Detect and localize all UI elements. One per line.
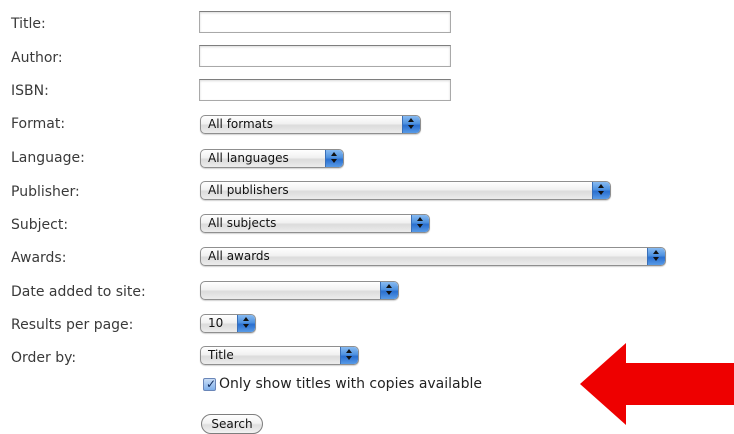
format-label: Format: bbox=[11, 116, 66, 132]
up-down-chevron-icon bbox=[237, 315, 255, 332]
results-per-page-select-value: 10 bbox=[208, 316, 224, 330]
format-select[interactable]: All formats bbox=[200, 115, 421, 134]
subject-select-value: All subjects bbox=[208, 216, 277, 230]
language-select[interactable]: All languages bbox=[200, 149, 344, 168]
date-added-label: Date added to site: bbox=[11, 284, 146, 300]
title-input[interactable] bbox=[199, 11, 451, 33]
up-down-chevron-icon bbox=[325, 150, 343, 167]
order-by-label: Order by: bbox=[11, 350, 77, 366]
up-down-chevron-icon bbox=[411, 215, 429, 232]
language-label: Language: bbox=[11, 150, 85, 166]
availability-checkbox[interactable]: ✓ bbox=[203, 377, 217, 391]
awards-label: Awards: bbox=[11, 250, 67, 266]
results-per-page-select[interactable]: 10 bbox=[200, 314, 256, 333]
isbn-label: ISBN: bbox=[11, 83, 49, 99]
search-button[interactable]: Search bbox=[201, 414, 263, 434]
author-label: Author: bbox=[11, 50, 63, 66]
order-by-select[interactable]: Title bbox=[200, 346, 359, 365]
checkmark-icon: ✓ bbox=[206, 377, 217, 391]
order-by-select-value: Title bbox=[208, 348, 234, 362]
publisher-select[interactable]: All publishers bbox=[200, 181, 611, 200]
date-added-select[interactable] bbox=[200, 281, 399, 300]
format-select-value: All formats bbox=[208, 117, 273, 131]
availability-label[interactable]: Only show titles with copies available bbox=[219, 375, 482, 393]
subject-select[interactable]: All subjects bbox=[200, 214, 430, 233]
up-down-chevron-icon bbox=[340, 347, 358, 364]
publisher-select-value: All publishers bbox=[208, 183, 289, 197]
results-per-page-label: Results per page: bbox=[11, 317, 134, 333]
red-arrow-left-icon bbox=[580, 343, 734, 425]
up-down-chevron-icon bbox=[380, 282, 398, 299]
up-down-chevron-icon bbox=[402, 116, 420, 133]
isbn-input[interactable] bbox=[199, 79, 451, 101]
awards-select[interactable]: All awards bbox=[200, 247, 666, 266]
author-input[interactable] bbox=[199, 45, 451, 67]
awards-select-value: All awards bbox=[208, 249, 270, 263]
subject-label: Subject: bbox=[11, 217, 69, 233]
language-select-value: All languages bbox=[208, 151, 289, 165]
up-down-chevron-icon bbox=[592, 182, 610, 199]
up-down-chevron-icon bbox=[647, 248, 665, 265]
publisher-label: Publisher: bbox=[11, 184, 80, 200]
title-label: Title: bbox=[11, 16, 46, 32]
